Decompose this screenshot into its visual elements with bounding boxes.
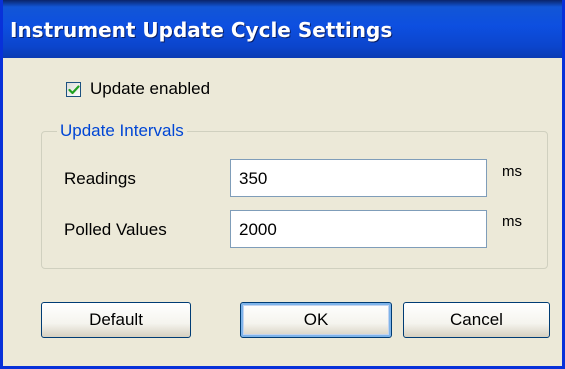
- readings-label: Readings: [64, 169, 136, 188]
- readings-unit: ms: [502, 163, 522, 180]
- cancel-button[interactable]: Cancel: [403, 302, 550, 338]
- update-enabled-label[interactable]: Update enabled: [90, 79, 210, 99]
- dialog-window: Instrument Update Cycle Settings Update …: [0, 0, 565, 369]
- polled-values-label: Polled Values: [64, 220, 167, 239]
- title-bar[interactable]: Instrument Update Cycle Settings: [3, 0, 562, 58]
- update-intervals-title: Update Intervals: [57, 121, 187, 141]
- update-enabled-checkbox[interactable]: [66, 82, 81, 97]
- dialog-content: Update enabled Update Intervals Readings…: [3, 58, 562, 366]
- window-title: Instrument Update Cycle Settings: [10, 18, 393, 42]
- readings-input[interactable]: 350: [230, 159, 487, 197]
- update-intervals-group: [41, 131, 548, 269]
- default-button[interactable]: Default: [41, 302, 191, 338]
- polled-values-input[interactable]: 2000: [230, 210, 487, 248]
- polled-values-unit: ms: [502, 213, 522, 230]
- ok-button[interactable]: OK: [240, 302, 392, 338]
